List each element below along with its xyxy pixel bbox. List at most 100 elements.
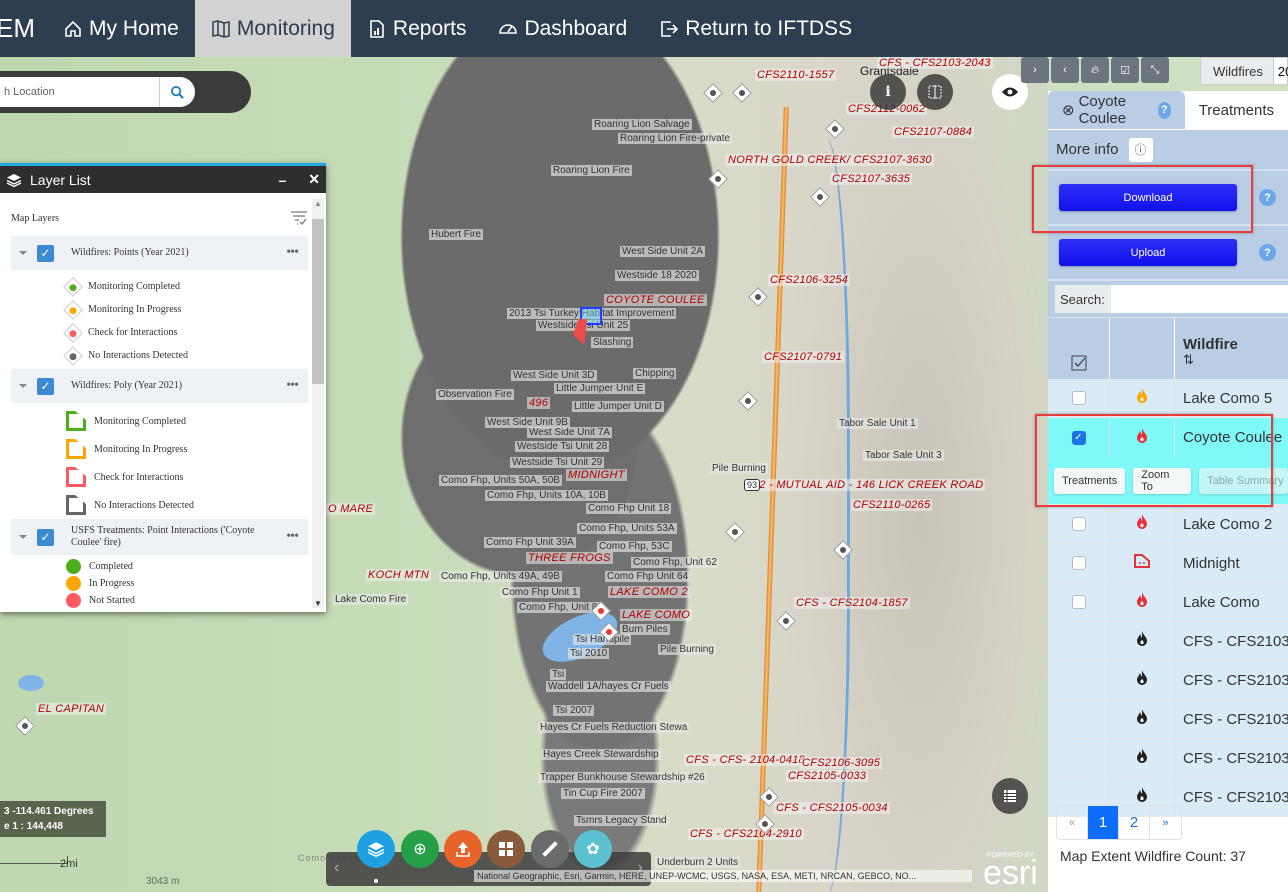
- swipe-button[interactable]: [917, 74, 953, 110]
- wildfire-name[interactable]: Midnight: [1175, 544, 1288, 582]
- panel-expand-button[interactable]: ›: [1021, 57, 1049, 83]
- layer-visibility-checkbox[interactable]: ✓: [37, 244, 54, 262]
- home-icon: [65, 20, 81, 37]
- scrollbar-thumb[interactable]: [312, 219, 324, 384]
- legend-item: Not Started: [0, 592, 312, 609]
- wildfire-name[interactable]: CFS - CFS2103-1: [1175, 661, 1288, 699]
- toolbar-prev-icon[interactable]: ‹: [334, 859, 339, 877]
- row-checkbox[interactable]: [1071, 556, 1086, 570]
- table-search-input[interactable]: [1110, 285, 1288, 313]
- nav-my-home[interactable]: My Home: [47, 0, 195, 57]
- nav-monitoring[interactable]: Monitoring: [194, 0, 351, 57]
- fire-point-marker[interactable]: [725, 522, 745, 542]
- treatment-label: Slashing: [591, 337, 634, 348]
- more-info-button[interactable]: ⓘ: [1128, 137, 1153, 162]
- nav-reports[interactable]: Reports: [351, 0, 483, 57]
- wildfire-table-row[interactable]: Midnight: [1048, 544, 1288, 583]
- scroll-down-icon[interactable]: ▼: [312, 599, 324, 608]
- palette-icon: ✿: [586, 841, 600, 858]
- tab-coyote-coulee[interactable]: ⊗ Coyote Coulee ?: [1048, 91, 1185, 129]
- expand-caret-icon[interactable]: [19, 535, 27, 539]
- nav-return-iftdss-label: Return to IFTDSS: [685, 16, 853, 40]
- poly-red-icon: [66, 467, 86, 487]
- select-all-button[interactable]: ☑: [1111, 57, 1139, 83]
- wildfire-year-select[interactable]: Wildfires 2021: [1200, 57, 1288, 85]
- layer-group-wildfire-points[interactable]: ✓ Wildfires: Points (Year 2021) •••: [11, 236, 308, 270]
- fire-label: CFS - CFS2104-1857: [794, 597, 910, 609]
- wildfire-table-row[interactable]: CFS - CFS2103-1: [1048, 739, 1288, 778]
- row-checkbox-cell: [1048, 544, 1110, 582]
- layer-options-icon[interactable]: •••: [286, 378, 299, 394]
- row-checkbox[interactable]: [1071, 391, 1086, 405]
- fire-point-marker[interactable]: [703, 83, 723, 103]
- layer-group-usfs-treatments[interactable]: ✓ USFS Treatments: Point Interactions ('…: [11, 519, 308, 555]
- upload-help-icon[interactable]: ?: [1259, 244, 1276, 261]
- flame-icon: [1136, 787, 1148, 807]
- expand-caret-icon[interactable]: [19, 384, 27, 388]
- orange-dot-icon: [66, 576, 81, 591]
- symbology-widget-button[interactable]: ✿: [574, 830, 612, 868]
- highway-shield: 93: [744, 479, 761, 491]
- wildfire-name[interactable]: Lake Como 2: [1175, 505, 1288, 543]
- layer-list-widget-button[interactable]: [357, 830, 395, 868]
- filter-options-icon[interactable]: [290, 210, 308, 226]
- fire-point-marker[interactable]: [708, 169, 728, 189]
- layer-group-wildfire-poly[interactable]: ✓ Wildfires: Poly (Year 2021) •••: [11, 369, 308, 403]
- wildfire-table-row[interactable]: CFS - CFS2103-1: [1048, 700, 1288, 739]
- fire-point-marker[interactable]: [738, 391, 758, 411]
- attribute-table-button[interactable]: [992, 778, 1028, 814]
- add-data-widget-button[interactable]: ⊕: [401, 830, 439, 868]
- fire-point-marker[interactable]: [732, 83, 752, 103]
- fire-point-marker[interactable]: [748, 287, 768, 307]
- panel-back-button[interactable]: ‹: [1051, 57, 1079, 83]
- wildfire-name[interactable]: CFS - CFS2103-1: [1175, 700, 1288, 738]
- page-1-button[interactable]: 1: [1088, 806, 1119, 839]
- close-button[interactable]: ✕: [308, 171, 320, 188]
- sort-icon[interactable]: ⇅: [1183, 353, 1194, 368]
- upload-widget-button[interactable]: [444, 830, 482, 868]
- upload-button[interactable]: Upload: [1059, 239, 1237, 266]
- wildfire-name[interactable]: CFS - CFS2103-1: [1175, 739, 1288, 777]
- close-tab-icon[interactable]: ⊗: [1062, 101, 1075, 119]
- select-all-column[interactable]: [1048, 318, 1110, 379]
- download-help-icon[interactable]: ?: [1259, 189, 1276, 206]
- row-checkbox[interactable]: [1071, 595, 1086, 609]
- page-2-button[interactable]: 2: [1119, 806, 1150, 839]
- wildfire-name[interactable]: Lake Como 5: [1175, 379, 1288, 417]
- chevron-left-icon: ‹: [1063, 64, 1067, 76]
- measure-widget-button[interactable]: [531, 830, 569, 868]
- search-button[interactable]: [159, 77, 195, 107]
- layer-list-scrollbar[interactable]: ▲ ▼: [312, 199, 324, 608]
- nav-return-iftdss[interactable]: Return to IFTDSS: [643, 0, 868, 57]
- nav-monitoring-label: Monitoring: [236, 16, 335, 40]
- help-icon[interactable]: ?: [1157, 101, 1171, 119]
- wildfire-column-header[interactable]: Wildfire ⇅: [1175, 318, 1288, 379]
- page-next-button[interactable]: »: [1150, 806, 1181, 839]
- tab-treatments[interactable]: Treatments: [1185, 91, 1288, 129]
- wildfire-table-row[interactable]: Lake Como: [1048, 583, 1288, 622]
- layer-visibility-checkbox[interactable]: ✓: [37, 528, 54, 546]
- wildfire-name[interactable]: CFS - CFS2103-0: [1175, 622, 1288, 660]
- scroll-up-icon[interactable]: ▲: [312, 199, 324, 208]
- fire-filter-button[interactable]: 🔥︎: [1081, 57, 1109, 83]
- wildfire-table-row[interactable]: CFS - CFS2103-1: [1048, 661, 1288, 700]
- info-button[interactable]: i: [870, 74, 906, 110]
- collapse-button[interactable]: ⤡: [1141, 57, 1169, 83]
- wildfire-name[interactable]: CFS - CFS2103-1: [1175, 778, 1288, 816]
- layer-visibility-checkbox[interactable]: ✓: [37, 377, 54, 395]
- row-checkbox[interactable]: [1071, 517, 1086, 531]
- layer-options-icon[interactable]: •••: [286, 245, 299, 261]
- minimize-button[interactable]: –: [278, 172, 286, 188]
- fire-point-marker[interactable]: [15, 716, 35, 736]
- basemap-gallery-button[interactable]: [487, 830, 525, 868]
- wildfire-table-row[interactable]: Lake Como 5: [1048, 379, 1288, 418]
- search-input[interactable]: h Location: [0, 77, 195, 107]
- fire-point-marker[interactable]: [825, 119, 845, 139]
- expand-caret-icon[interactable]: [19, 251, 27, 255]
- wildfire-name[interactable]: Lake Como: [1175, 583, 1288, 621]
- wildfire-table-row[interactable]: Lake Como 2: [1048, 505, 1288, 544]
- wildfire-table-row[interactable]: CFS - CFS2103-0: [1048, 622, 1288, 661]
- page-prev-button[interactable]: «: [1057, 806, 1088, 839]
- layer-options-icon[interactable]: •••: [286, 529, 299, 545]
- nav-dashboard[interactable]: Dashboard: [482, 0, 643, 57]
